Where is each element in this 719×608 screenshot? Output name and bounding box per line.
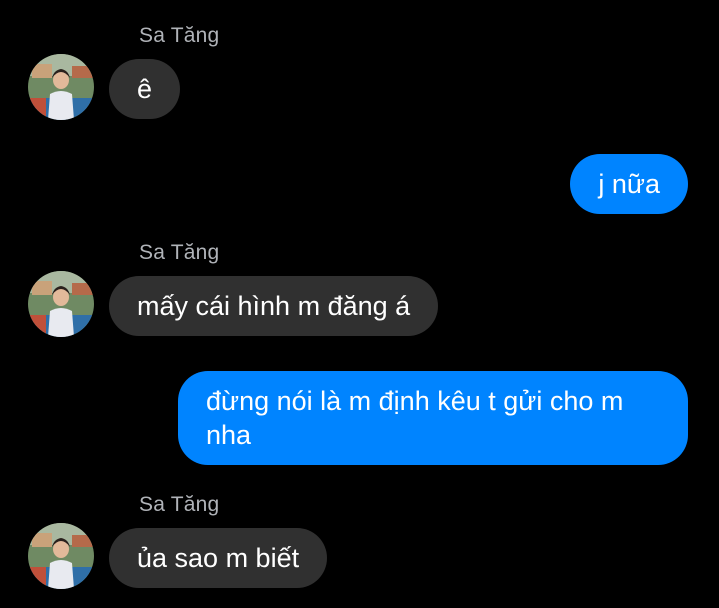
sender-name: Sa Tăng xyxy=(139,241,220,264)
sender-name: Sa Tăng xyxy=(139,24,220,47)
avatar[interactable] xyxy=(28,271,94,337)
profile-photo-icon xyxy=(28,523,94,589)
profile-photo-icon xyxy=(28,54,94,120)
outgoing-message-bubble[interactable]: j nữa xyxy=(570,154,688,214)
avatar[interactable] xyxy=(28,523,94,589)
sender-name: Sa Tăng xyxy=(139,493,220,516)
outgoing-message-bubble[interactable]: đừng nói là m định kêu t gửi cho m nha xyxy=(178,371,688,465)
avatar[interactable] xyxy=(28,54,94,120)
incoming-message-bubble[interactable]: ủa sao m biết xyxy=(109,528,328,588)
incoming-message-bubble[interactable]: ê xyxy=(109,59,181,119)
message-thread: Sa Tăng ê j nữa Sa Tăng mấy cái hình m đ… xyxy=(0,0,719,608)
profile-photo-icon xyxy=(28,271,94,337)
incoming-message-bubble[interactable]: mấy cái hình m đăng á xyxy=(109,276,439,336)
